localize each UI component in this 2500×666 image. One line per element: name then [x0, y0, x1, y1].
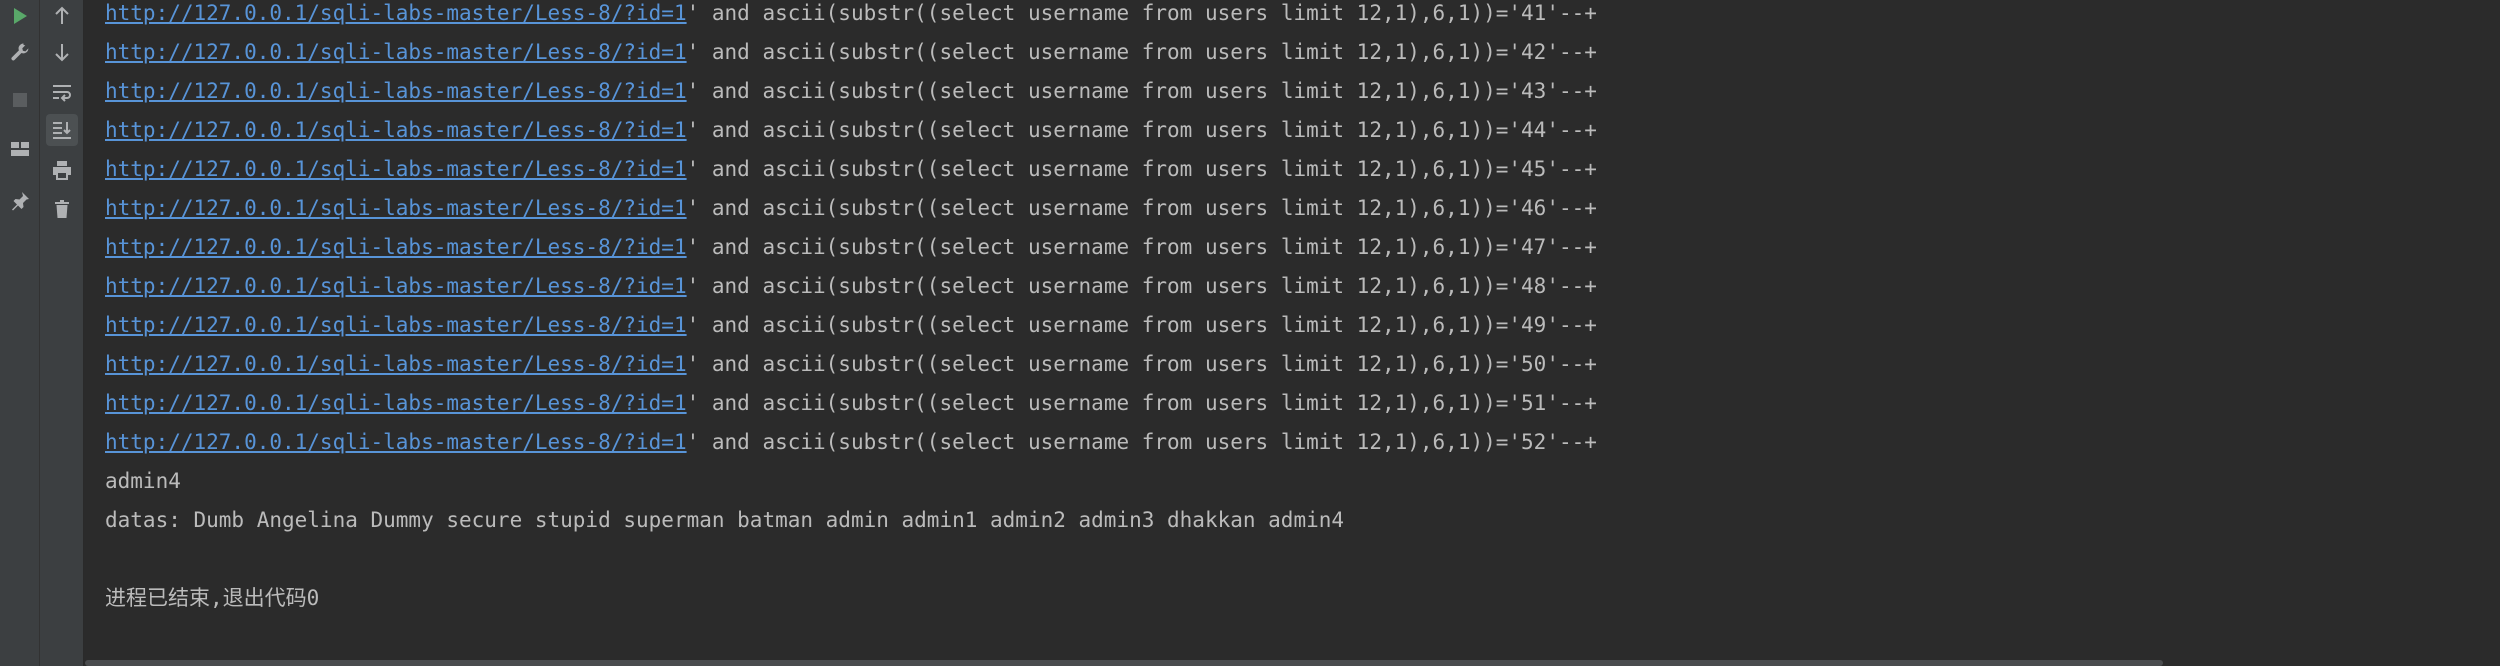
print-icon: [53, 161, 71, 180]
console-line: http://127.0.0.1/sqli-labs-master/Less-8…: [105, 384, 1597, 423]
print-button[interactable]: [46, 154, 78, 186]
query-text: ' and ascii(substr((select username from…: [686, 391, 1597, 415]
layout-icon: [11, 142, 29, 156]
run-tool-window: http://127.0.0.1/sqli-labs-master/Less-8…: [0, 0, 2500, 666]
console-line: http://127.0.0.1/sqli-labs-master/Less-8…: [105, 111, 1597, 150]
url-link[interactable]: http://127.0.0.1/sqli-labs-master/Less-8…: [105, 40, 687, 64]
url-link[interactable]: http://127.0.0.1/sqli-labs-master/Less-8…: [105, 157, 687, 181]
console-line: http://127.0.0.1/sqli-labs-master/Less-8…: [105, 423, 1597, 462]
arrow-down-icon: [55, 44, 69, 62]
query-text: ' and ascii(substr((select username from…: [686, 235, 1597, 259]
clear-all-button[interactable]: [46, 193, 78, 225]
run-toolbar-secondary: [40, 0, 84, 666]
query-text: ' and ascii(substr((select username from…: [686, 196, 1597, 220]
query-text: ' and ascii(substr((select username from…: [686, 430, 1597, 454]
url-link[interactable]: http://127.0.0.1/sqli-labs-master/Less-8…: [105, 274, 687, 298]
query-text: ' and ascii(substr((select username from…: [686, 118, 1597, 142]
settings-button[interactable]: [4, 36, 36, 68]
result-line: admin4: [105, 469, 181, 493]
stop-button[interactable]: [4, 84, 36, 116]
wrench-icon: [11, 43, 29, 61]
query-text: ' and ascii(substr((select username from…: [686, 40, 1597, 64]
url-link[interactable]: http://127.0.0.1/sqli-labs-master/Less-8…: [105, 79, 687, 103]
scroll-to-end-icon: [53, 122, 71, 139]
console-output[interactable]: http://127.0.0.1/sqli-labs-master/Less-8…: [85, 0, 2500, 666]
query-text: ' and ascii(substr((select username from…: [686, 79, 1597, 103]
exit-message: 进程已结束,退出代码0: [105, 586, 320, 610]
console-line: http://127.0.0.1/sqli-labs-master/Less-8…: [105, 150, 1597, 189]
console-line: http://127.0.0.1/sqli-labs-master/Less-8…: [105, 189, 1597, 228]
trash-icon: [55, 200, 69, 218]
url-link[interactable]: http://127.0.0.1/sqli-labs-master/Less-8…: [105, 430, 687, 454]
query-text: ' and ascii(substr((select username from…: [686, 1, 1597, 25]
url-link[interactable]: http://127.0.0.1/sqli-labs-master/Less-8…: [105, 118, 687, 142]
next-occurrence-button[interactable]: [46, 36, 78, 68]
console-line: http://127.0.0.1/sqli-labs-master/Less-8…: [105, 345, 1597, 384]
console-line: http://127.0.0.1/sqli-labs-master/Less-8…: [105, 0, 1597, 33]
pin-icon: [12, 192, 29, 211]
console-line: http://127.0.0.1/sqli-labs-master/Less-8…: [105, 228, 1597, 267]
query-text: ' and ascii(substr((select username from…: [686, 274, 1597, 298]
run-icon: [14, 8, 27, 24]
console-line: http://127.0.0.1/sqli-labs-master/Less-8…: [105, 267, 1597, 306]
stop-icon: [13, 93, 27, 107]
soft-wrap-icon: [53, 85, 71, 102]
console-line: http://127.0.0.1/sqli-labs-master/Less-8…: [105, 33, 1597, 72]
url-link[interactable]: http://127.0.0.1/sqli-labs-master/Less-8…: [105, 196, 687, 220]
blank-line: [105, 540, 1597, 579]
url-link[interactable]: http://127.0.0.1/sqli-labs-master/Less-8…: [105, 352, 687, 376]
query-text: ' and ascii(substr((select username from…: [686, 157, 1597, 181]
soft-wrap-button[interactable]: [46, 76, 78, 108]
query-text: ' and ascii(substr((select username from…: [686, 313, 1597, 337]
previous-occurrence-button[interactable]: [46, 0, 78, 32]
console-lines: http://127.0.0.1/sqli-labs-master/Less-8…: [105, 0, 1597, 618]
url-link[interactable]: http://127.0.0.1/sqli-labs-master/Less-8…: [105, 391, 687, 415]
url-link[interactable]: http://127.0.0.1/sqli-labs-master/Less-8…: [105, 1, 687, 25]
url-link[interactable]: http://127.0.0.1/sqli-labs-master/Less-8…: [105, 235, 687, 259]
pin-tab-button[interactable]: [4, 185, 36, 217]
console-line: http://127.0.0.1/sqli-labs-master/Less-8…: [105, 306, 1597, 345]
restore-layout-button[interactable]: [4, 133, 36, 165]
horizontal-scrollbar[interactable]: [85, 660, 2163, 666]
console-line: http://127.0.0.1/sqli-labs-master/Less-8…: [105, 72, 1597, 111]
query-text: ' and ascii(substr((select username from…: [686, 352, 1597, 376]
datas-line: datas: Dumb Angelina Dummy secure stupid…: [105, 508, 1345, 532]
arrow-up-icon: [55, 6, 69, 24]
rerun-button[interactable]: [4, 0, 36, 32]
run-toolbar-primary: [0, 0, 40, 666]
scroll-to-end-button[interactable]: [46, 114, 78, 146]
url-link[interactable]: http://127.0.0.1/sqli-labs-master/Less-8…: [105, 313, 687, 337]
